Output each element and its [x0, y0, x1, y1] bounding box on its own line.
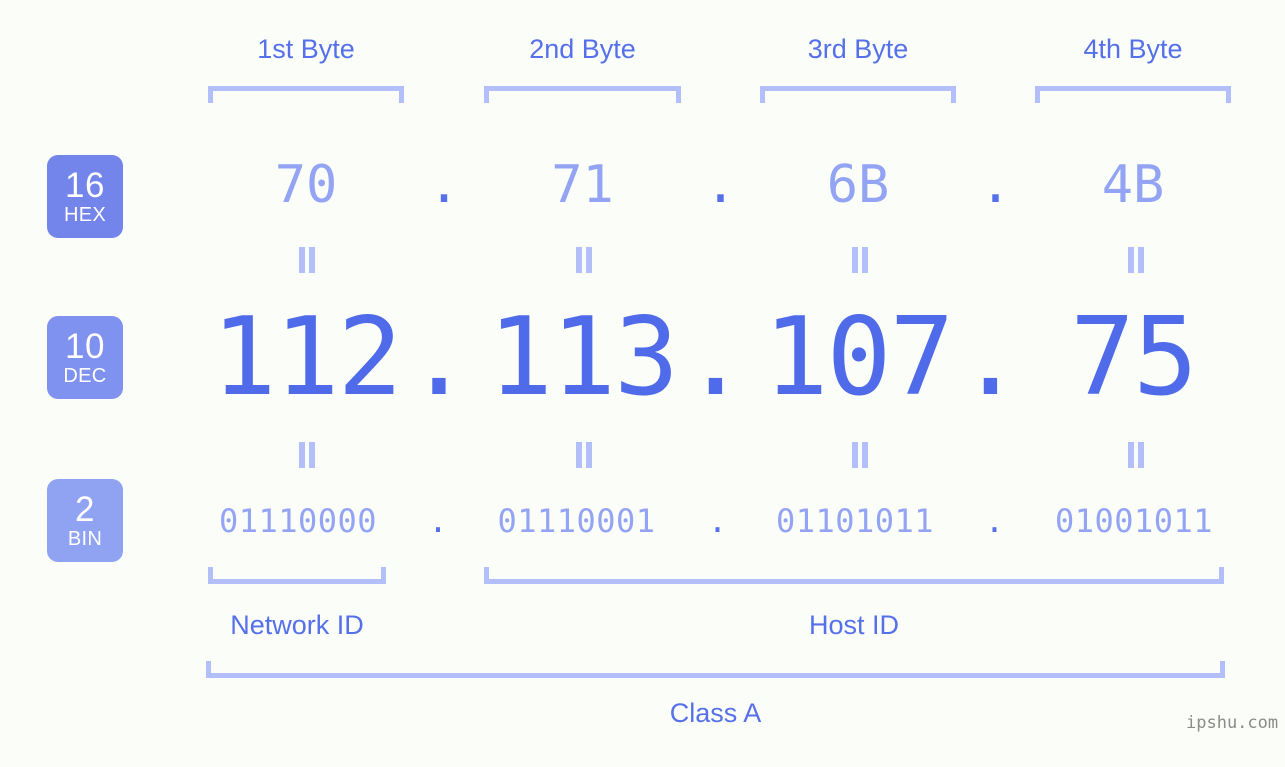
equals-icon-dec-bin-1: [293, 442, 319, 468]
dec-value-byte-2: 113: [487, 295, 679, 420]
hex-separator-1: .: [428, 155, 460, 215]
bin-separator-1: .: [428, 502, 448, 540]
hex-value-byte-4: 4B: [1101, 155, 1165, 215]
dec-value-byte-1: 112: [211, 295, 402, 420]
hex-value-byte-2: 71: [551, 155, 614, 215]
base-badge-dec-number: 10: [65, 327, 105, 366]
equals-icon-hex-dec-3: [846, 247, 872, 273]
base-badge-bin: 2 BIN: [47, 479, 123, 562]
network-id-bracket: [208, 567, 386, 584]
bin-separator-3: .: [984, 502, 1005, 540]
equals-icon-dec-bin-3: [846, 442, 872, 468]
base-badge-hex-system: HEX: [63, 204, 107, 226]
bin-value-byte-4: 01001011: [1054, 502, 1214, 540]
class-label: Class A: [669, 698, 762, 728]
host-id-bracket: [484, 567, 1224, 584]
bin-value-byte-1: 01110000: [218, 502, 378, 540]
dec-value-byte-3: 107: [763, 295, 954, 420]
bin-separator-2: .: [707, 502, 728, 540]
equals-icon-dec-bin-4: [1122, 442, 1148, 468]
equals-icon-hex-dec-4: [1122, 247, 1148, 273]
byte-header-label-1: 1st Byte: [257, 34, 355, 64]
equals-icon-hex-dec-2: [570, 247, 596, 273]
equals-icon-hex-dec-1: [293, 247, 319, 273]
dec-value-byte-4: 75: [1069, 295, 1198, 420]
hex-separator-2: .: [704, 155, 737, 215]
byte-header-label-2: 2nd Byte: [529, 34, 636, 64]
byte-header-label-3: 3rd Byte: [807, 34, 909, 64]
base-badge-bin-number: 2: [75, 490, 95, 529]
base-badge-hex: 16 HEX: [47, 155, 123, 238]
class-bracket: [206, 661, 1225, 678]
hex-value-byte-1: 70: [274, 155, 338, 215]
dec-separator-1: .: [406, 295, 472, 420]
hex-value-byte-3: 6B: [826, 155, 890, 215]
base-badge-dec: 10 DEC: [47, 316, 123, 399]
byte-header-label-4: 4th Byte: [1083, 34, 1183, 64]
byte-bracket-1: [208, 86, 404, 103]
byte-bracket-4: [1035, 86, 1231, 103]
host-id-label: Host ID: [808, 610, 900, 640]
equals-icon-dec-bin-2: [570, 442, 596, 468]
watermark: ipshu.com: [1186, 713, 1279, 733]
bin-value-byte-3: 01101011: [775, 502, 935, 540]
hex-separator-3: .: [979, 155, 1012, 215]
base-badge-dec-system: DEC: [63, 365, 107, 387]
byte-bracket-3: [760, 86, 956, 103]
network-id-label: Network ID: [230, 610, 364, 640]
bin-value-byte-2: 01110001: [497, 502, 656, 540]
ip-address-breakdown-diagram: 1st Byte 2nd Byte 3rd Byte 4th Byte 16 H…: [0, 0, 1285, 767]
base-badge-bin-system: BIN: [67, 528, 103, 550]
byte-bracket-2: [484, 86, 681, 103]
base-badge-hex-number: 16: [65, 166, 105, 205]
dec-separator-2: .: [682, 295, 749, 420]
dec-separator-3: .: [957, 295, 1024, 420]
